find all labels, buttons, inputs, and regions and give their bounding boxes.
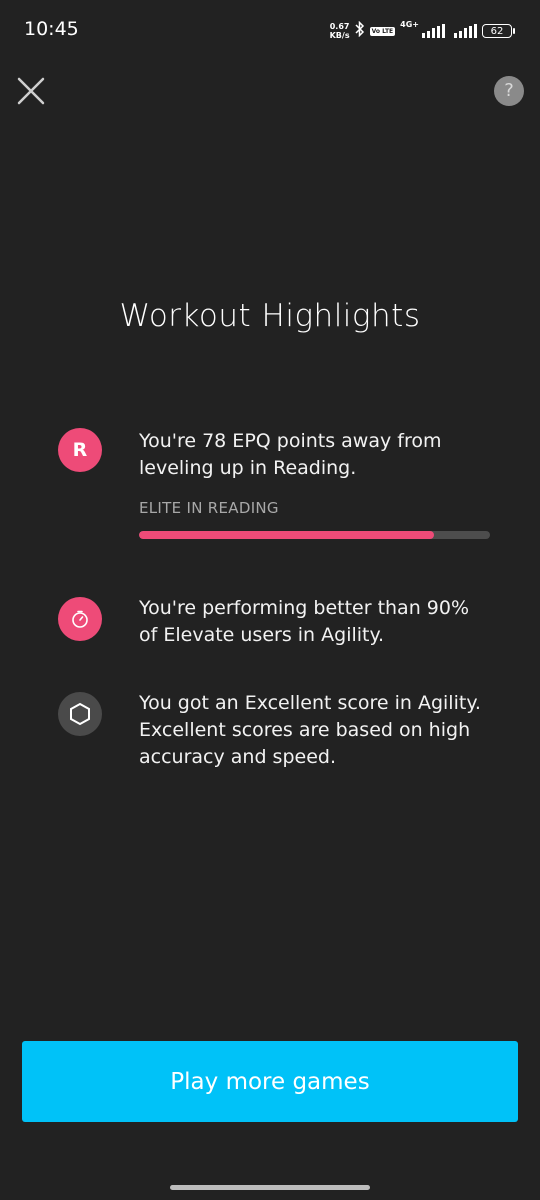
signal-icon — [454, 24, 477, 38]
highlight-item-reading: R You're 78 EPQ points away from levelin… — [58, 428, 490, 539]
highlight-text: You're 78 EPQ points away from leveling … — [139, 430, 442, 479]
help-button[interactable]: ? — [494, 76, 524, 106]
highlight-item-percentile: You're performing better than 90% of Ele… — [58, 595, 490, 649]
hexagon-icon — [58, 692, 102, 736]
badge-letter: R — [72, 439, 88, 461]
network-speed: 0.67 KB/s — [330, 22, 350, 40]
level-progress-bar — [139, 531, 490, 539]
stopwatch-icon — [58, 597, 102, 641]
level-progress-fill — [139, 531, 434, 539]
network-type: 4G+ — [400, 20, 419, 29]
workout-highlights-screen: 10:45 0.67 KB/s Vo LTE 4G+ 62 ? Workout … — [0, 0, 540, 1200]
reading-badge-icon: R — [58, 428, 102, 472]
play-more-games-button[interactable]: Play more games — [22, 1041, 518, 1122]
signal-icon — [422, 24, 445, 38]
page-title: Workout Highlights — [119, 298, 421, 334]
status-time: 10:45 — [24, 18, 79, 40]
highlight-body: You're performing better than 90% of Ele… — [139, 595, 490, 649]
status-icons: 0.67 KB/s Vo LTE 4G+ 62 — [330, 20, 515, 42]
battery-icon: 62 — [482, 24, 515, 38]
bluetooth-icon — [355, 20, 365, 41]
highlight-body: You got an Excellent score in Agility. E… — [139, 690, 490, 771]
close-button[interactable] — [14, 74, 48, 108]
network-speed-value: 0.67 — [329, 22, 350, 31]
highlight-text: You got an Excellent score in Agility. E… — [139, 692, 481, 768]
volte-badge: Vo LTE — [369, 26, 396, 36]
highlight-item-score: You got an Excellent score in Agility. E… — [58, 690, 490, 771]
level-label: ELITE IN READING — [139, 499, 279, 517]
highlight-body: You're 78 EPQ points away from leveling … — [139, 428, 490, 539]
home-indicator[interactable] — [170, 1185, 370, 1190]
battery-level: 62 — [490, 26, 504, 37]
close-icon — [17, 77, 45, 105]
highlight-text: You're performing better than 90% of Ele… — [139, 597, 470, 646]
status-bar: 10:45 0.67 KB/s Vo LTE 4G+ 62 — [0, 0, 540, 60]
network-speed-unit: KB/s — [329, 31, 350, 40]
